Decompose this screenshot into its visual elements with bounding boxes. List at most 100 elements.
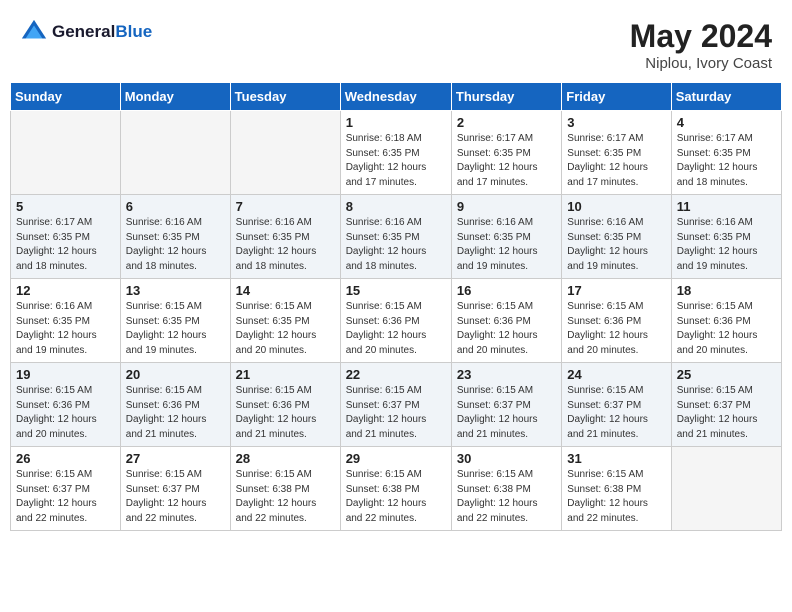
week-row-5: 26 Sunrise: 6:15 AM Sunset: 6:37 PM Dayli… (11, 447, 782, 531)
day-number: 14 (236, 283, 335, 298)
weekday-header-thursday: Thursday (451, 83, 561, 111)
calendar-cell: 23 Sunrise: 6:15 AM Sunset: 6:37 PM Dayli… (451, 363, 561, 447)
calendar-cell: 2Sunrise: 6:17 AM Sunset: 6:35 PM Daylig… (451, 111, 561, 195)
calendar-cell: 28 Sunrise: 6:15 AM Sunset: 6:38 PM Dayli… (230, 447, 340, 531)
day-number: 16 (457, 283, 556, 298)
logo: GeneralBlue (20, 18, 152, 46)
calendar-cell: 25 Sunrise: 6:15 AM Sunset: 6:37 PM Dayli… (671, 363, 781, 447)
calendar-cell (11, 111, 121, 195)
day-info: Sunrise: 6:15 AM Sunset: 6:36 PM Dayligh… (16, 384, 115, 442)
day-info: Sunrise: 6:15 AM Sunset: 6:36 PM Dayligh… (126, 384, 225, 442)
calendar-cell: 19 Sunrise: 6:15 AM Sunset: 6:36 PM Dayli… (11, 363, 121, 447)
day-info: Sunrise: 6:16 AM Sunset: 6:35 PM Dayligh… (567, 216, 665, 274)
day-number: 15 (346, 283, 446, 298)
location-title: Niplou, Ivory Coast (630, 55, 772, 72)
day-number: 26 (16, 451, 115, 466)
calendar-cell: 22 Sunrise: 6:15 AM Sunset: 6:37 PM Dayli… (340, 363, 451, 447)
day-number: 11 (677, 199, 776, 214)
day-number: 30 (457, 451, 556, 466)
calendar-cell: 3Sunrise: 6:17 AM Sunset: 6:35 PM Daylig… (562, 111, 671, 195)
day-number: 20 (126, 367, 225, 382)
weekday-header-row: SundayMondayTuesdayWednesdayThursdayFrid… (11, 83, 782, 111)
calendar-cell: 30 Sunrise: 6:15 AM Sunset: 6:38 PM Dayli… (451, 447, 561, 531)
week-row-1: 1Sunrise: 6:18 AM Sunset: 6:35 PM Daylig… (11, 111, 782, 195)
calendar-cell (120, 111, 230, 195)
calendar-cell: 10 Sunrise: 6:16 AM Sunset: 6:35 PM Dayli… (562, 195, 671, 279)
day-info: Sunrise: 6:16 AM Sunset: 6:35 PM Dayligh… (236, 216, 335, 274)
calendar-cell (230, 111, 340, 195)
weekday-header-friday: Friday (562, 83, 671, 111)
weekday-header-saturday: Saturday (671, 83, 781, 111)
day-number: 10 (567, 199, 665, 214)
logo-text: GeneralBlue (52, 23, 152, 42)
day-info: Sunrise: 6:16 AM Sunset: 6:35 PM Dayligh… (16, 300, 115, 358)
calendar-cell: 24 Sunrise: 6:15 AM Sunset: 6:37 PM Dayli… (562, 363, 671, 447)
day-number: 7 (236, 199, 335, 214)
calendar-cell: 13 Sunrise: 6:15 AM Sunset: 6:35 PM Dayli… (120, 279, 230, 363)
day-info: Sunrise: 6:15 AM Sunset: 6:37 PM Dayligh… (457, 384, 556, 442)
day-info: Sunrise: 6:17 AM Sunset: 6:35 PM Dayligh… (677, 132, 776, 190)
day-number: 9 (457, 199, 556, 214)
day-info: Sunrise: 6:15 AM Sunset: 6:37 PM Dayligh… (346, 384, 446, 442)
calendar-cell: 8Sunrise: 6:16 AM Sunset: 6:35 PM Daylig… (340, 195, 451, 279)
day-number: 3 (567, 115, 665, 130)
day-info: Sunrise: 6:15 AM Sunset: 6:38 PM Dayligh… (236, 468, 335, 526)
day-info: Sunrise: 6:15 AM Sunset: 6:35 PM Dayligh… (236, 300, 335, 358)
day-number: 5 (16, 199, 115, 214)
calendar-cell: 6Sunrise: 6:16 AM Sunset: 6:35 PM Daylig… (120, 195, 230, 279)
calendar-cell (671, 447, 781, 531)
weekday-header-tuesday: Tuesday (230, 83, 340, 111)
week-row-2: 5Sunrise: 6:17 AM Sunset: 6:35 PM Daylig… (11, 195, 782, 279)
week-row-4: 19 Sunrise: 6:15 AM Sunset: 6:36 PM Dayli… (11, 363, 782, 447)
day-info: Sunrise: 6:15 AM Sunset: 6:36 PM Dayligh… (567, 300, 665, 358)
day-info: Sunrise: 6:16 AM Sunset: 6:35 PM Dayligh… (457, 216, 556, 274)
weekday-header-sunday: Sunday (11, 83, 121, 111)
day-number: 22 (346, 367, 446, 382)
day-number: 28 (236, 451, 335, 466)
day-number: 31 (567, 451, 665, 466)
calendar-cell: 1Sunrise: 6:18 AM Sunset: 6:35 PM Daylig… (340, 111, 451, 195)
day-number: 21 (236, 367, 335, 382)
calendar-cell: 20 Sunrise: 6:15 AM Sunset: 6:36 PM Dayli… (120, 363, 230, 447)
day-number: 13 (126, 283, 225, 298)
day-info: Sunrise: 6:15 AM Sunset: 6:36 PM Dayligh… (677, 300, 776, 358)
day-number: 18 (677, 283, 776, 298)
calendar-table: SundayMondayTuesdayWednesdayThursdayFrid… (10, 82, 782, 531)
day-info: Sunrise: 6:17 AM Sunset: 6:35 PM Dayligh… (457, 132, 556, 190)
month-title: May 2024 (630, 18, 772, 55)
day-number: 25 (677, 367, 776, 382)
calendar-cell: 7 Sunrise: 6:16 AM Sunset: 6:35 PM Daylig… (230, 195, 340, 279)
calendar-cell: 29 Sunrise: 6:15 AM Sunset: 6:38 PM Dayli… (340, 447, 451, 531)
day-number: 23 (457, 367, 556, 382)
day-number: 19 (16, 367, 115, 382)
day-info: Sunrise: 6:15 AM Sunset: 6:38 PM Dayligh… (457, 468, 556, 526)
day-number: 8 (346, 199, 446, 214)
day-info: Sunrise: 6:15 AM Sunset: 6:38 PM Dayligh… (567, 468, 665, 526)
calendar-cell: 9 Sunrise: 6:16 AM Sunset: 6:35 PM Daylig… (451, 195, 561, 279)
day-number: 6 (126, 199, 225, 214)
day-number: 12 (16, 283, 115, 298)
day-info: Sunrise: 6:15 AM Sunset: 6:37 PM Dayligh… (677, 384, 776, 442)
calendar-cell: 21Sunrise: 6:15 AM Sunset: 6:36 PM Dayli… (230, 363, 340, 447)
day-number: 24 (567, 367, 665, 382)
day-info: Sunrise: 6:15 AM Sunset: 6:38 PM Dayligh… (346, 468, 446, 526)
calendar-cell: 5Sunrise: 6:17 AM Sunset: 6:35 PM Daylig… (11, 195, 121, 279)
calendar-cell: 27Sunrise: 6:15 AM Sunset: 6:37 PM Dayli… (120, 447, 230, 531)
day-info: Sunrise: 6:15 AM Sunset: 6:37 PM Dayligh… (126, 468, 225, 526)
calendar-cell: 15Sunrise: 6:15 AM Sunset: 6:36 PM Dayli… (340, 279, 451, 363)
day-info: Sunrise: 6:15 AM Sunset: 6:37 PM Dayligh… (16, 468, 115, 526)
day-info: Sunrise: 6:15 AM Sunset: 6:35 PM Dayligh… (126, 300, 225, 358)
day-info: Sunrise: 6:18 AM Sunset: 6:35 PM Dayligh… (346, 132, 446, 190)
day-info: Sunrise: 6:15 AM Sunset: 6:37 PM Dayligh… (567, 384, 665, 442)
weekday-header-wednesday: Wednesday (340, 83, 451, 111)
week-row-3: 12 Sunrise: 6:16 AM Sunset: 6:35 PM Dayli… (11, 279, 782, 363)
day-info: Sunrise: 6:15 AM Sunset: 6:36 PM Dayligh… (457, 300, 556, 358)
page-header: GeneralBlue May 2024 Niplou, Ivory Coast (10, 10, 782, 76)
calendar-cell: 11Sunrise: 6:16 AM Sunset: 6:35 PM Dayli… (671, 195, 781, 279)
calendar-cell: 12 Sunrise: 6:16 AM Sunset: 6:35 PM Dayli… (11, 279, 121, 363)
logo-icon (20, 18, 48, 46)
weekday-header-monday: Monday (120, 83, 230, 111)
day-number: 29 (346, 451, 446, 466)
calendar-cell: 17Sunrise: 6:15 AM Sunset: 6:36 PM Dayli… (562, 279, 671, 363)
day-number: 4 (677, 115, 776, 130)
